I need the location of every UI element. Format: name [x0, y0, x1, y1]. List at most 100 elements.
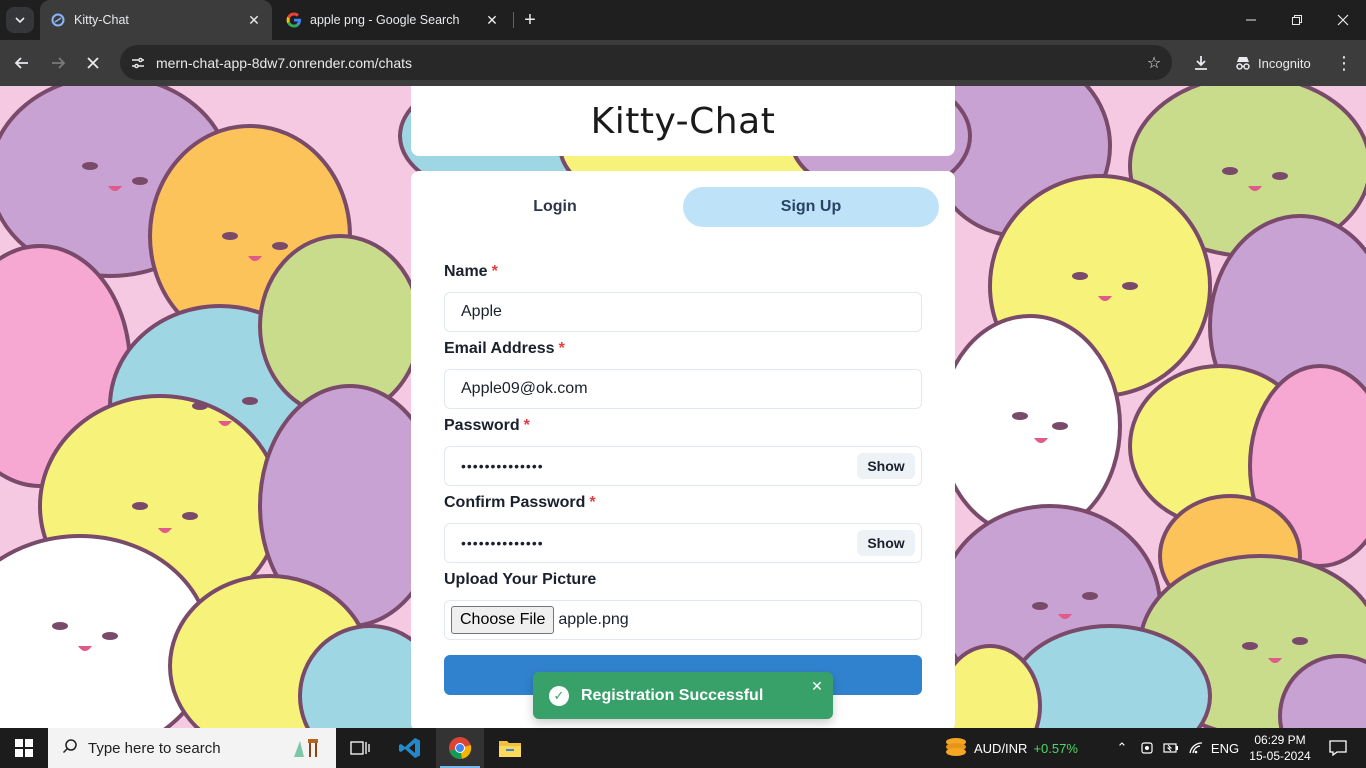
app-title: Kitty-Chat	[590, 100, 776, 142]
more-vertical-icon: ⋮	[1335, 52, 1353, 73]
show-password-button[interactable]: Show	[857, 453, 915, 479]
confirm-password-label: Confirm Password *	[444, 494, 596, 512]
task-view-icon	[350, 741, 370, 755]
password-mask: ••••••••••••••	[461, 458, 544, 474]
ticker-change: +0.57%	[1033, 740, 1078, 756]
tab-separator	[513, 12, 514, 28]
notification-center-button[interactable]	[1318, 728, 1358, 768]
confirm-password-field[interactable]: •••••••••••••• Show	[444, 523, 922, 563]
restore-icon	[1292, 15, 1302, 25]
incognito-label: Incognito	[1258, 55, 1311, 71]
clock-date: 15-05-2024	[1249, 749, 1311, 763]
vscode-icon	[399, 738, 420, 758]
search-placeholder: Type here to search	[88, 739, 221, 757]
password-label: Password *	[444, 417, 530, 435]
email-field[interactable]: Apple09@ok.com	[444, 369, 922, 409]
address-bar[interactable]: mern-chat-app-8dw7.onrender.com/chats ☆	[120, 45, 1172, 80]
site-favicon-icon	[50, 12, 66, 28]
minimize-button[interactable]	[1228, 0, 1274, 40]
language-indicator[interactable]: ENG	[1210, 728, 1240, 768]
task-view-button[interactable]	[336, 728, 384, 768]
chevron-down-icon	[15, 17, 25, 24]
arrow-left-icon	[14, 57, 28, 69]
close-icon	[1337, 14, 1349, 26]
tab-title: Kitty-Chat	[74, 13, 129, 27]
browser-menu-button[interactable]: ⋮	[1332, 48, 1356, 78]
app-header-card: Kitty-Chat	[411, 86, 955, 156]
restore-button[interactable]	[1274, 0, 1320, 40]
back-button[interactable]	[7, 48, 37, 78]
incognito-profile-button[interactable]: Incognito	[1226, 48, 1328, 78]
google-icon	[286, 12, 302, 28]
name-field[interactable]: Apple	[444, 292, 922, 332]
notification-icon	[1329, 740, 1347, 756]
tab-search-button[interactable]	[6, 7, 34, 33]
choose-file-button[interactable]: Choose File	[451, 606, 555, 634]
picture-upload-field[interactable]: Choose File apple.png	[444, 600, 922, 640]
close-window-button[interactable]	[1320, 0, 1366, 40]
password-label-text: Password	[444, 417, 520, 434]
required-mark: *	[491, 263, 498, 280]
browser-toolbar: mern-chat-app-8dw7.onrender.com/chats ☆ …	[0, 40, 1366, 86]
password-field[interactable]: •••••••••••••• Show	[444, 446, 922, 486]
search-icon	[62, 738, 78, 759]
minimize-icon	[1246, 19, 1256, 21]
show-hidden-icons-button[interactable]: ⌃	[1112, 728, 1132, 768]
show-confirm-password-button[interactable]: Show	[857, 530, 915, 556]
forward-button[interactable]	[43, 48, 73, 78]
taskbar-vscode[interactable]	[386, 728, 434, 768]
name-value: Apple	[461, 303, 502, 320]
taskbar-chrome[interactable]	[436, 728, 484, 768]
folder-icon	[499, 741, 521, 757]
stock-ticker-widget[interactable]: AUD/INR +0.57%	[944, 728, 1099, 768]
currency-coins-icon	[944, 736, 968, 761]
selected-file-name: apple.png	[558, 611, 629, 628]
page-viewport: Kitty-Chat Login Sign Up Name * Apple Ema…	[0, 86, 1366, 728]
ticker-symbol: AUD/INR	[974, 740, 1028, 756]
browser-tab-strip: Kitty-Chat ✕ apple png - Google Search ✕…	[0, 0, 1366, 40]
confirm-password-label-text: Confirm Password	[444, 494, 586, 511]
wifi-icon[interactable]	[1185, 728, 1207, 768]
site-settings-icon[interactable]	[120, 55, 156, 71]
toast-message: Registration Successful	[581, 686, 764, 704]
success-toast: ✓ Registration Successful ✕	[533, 672, 833, 719]
taskbar-clock[interactable]: 06:29 PM 15-05-2024	[1244, 728, 1316, 768]
chevron-up-icon: ⌃	[1116, 740, 1128, 755]
url-text: mern-chat-app-8dw7.onrender.com/chats	[156, 54, 413, 71]
download-icon	[1195, 56, 1207, 70]
browser-tab-kitty-chat[interactable]: Kitty-Chat ✕	[40, 0, 272, 40]
required-mark: *	[523, 417, 530, 434]
chrome-icon	[449, 737, 472, 759]
close-icon	[87, 57, 99, 69]
auth-tabs: Login Sign Up	[427, 187, 939, 227]
required-mark: *	[558, 340, 565, 357]
name-label: Name *	[444, 263, 498, 281]
browser-tab-google-search[interactable]: apple png - Google Search ✕	[276, 0, 510, 40]
close-tab-icon[interactable]: ✕	[246, 12, 262, 28]
close-toast-icon[interactable]: ✕	[809, 678, 825, 694]
downloads-button[interactable]	[1186, 48, 1216, 78]
tab-title: apple png - Google Search	[310, 13, 460, 27]
close-tab-icon[interactable]: ✕	[484, 12, 500, 28]
new-tab-button[interactable]: +	[518, 8, 542, 32]
bookmark-star-icon[interactable]: ☆	[1136, 53, 1172, 73]
check-circle-icon: ✓	[549, 685, 569, 706]
taskbar-search-box[interactable]: Type here to search	[48, 728, 336, 768]
arrow-right-icon	[52, 57, 66, 69]
meet-now-icon[interactable]	[1136, 728, 1158, 768]
tab-login[interactable]: Login	[427, 187, 683, 227]
start-button[interactable]	[0, 728, 48, 768]
taskbar-file-explorer[interactable]	[486, 728, 534, 768]
email-label: Email Address *	[444, 340, 565, 358]
battery-icon[interactable]	[1160, 728, 1182, 768]
picture-label: Upload Your Picture	[444, 571, 597, 588]
windows-taskbar: Type here to search AUD/INR +0.57% ⌃ ENG…	[0, 728, 1366, 768]
search-highlight-icon	[290, 731, 324, 765]
auth-form-card: Login Sign Up Name * Apple Email Address *…	[411, 171, 955, 728]
incognito-icon	[1236, 57, 1250, 70]
email-label-text: Email Address	[444, 340, 555, 357]
stop-loading-button[interactable]	[78, 48, 108, 78]
clock-time: 06:29 PM	[1254, 733, 1306, 747]
email-value: Apple09@ok.com	[461, 380, 588, 397]
tab-signup[interactable]: Sign Up	[683, 187, 939, 227]
